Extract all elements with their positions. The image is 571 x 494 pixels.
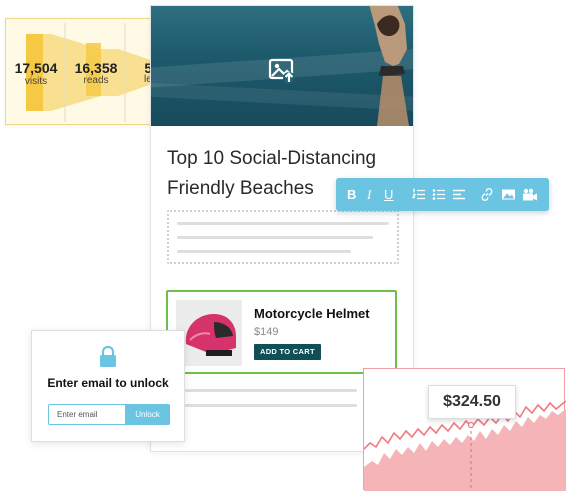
text-block-placeholder[interactable] [167, 210, 399, 264]
product-price: $149 [254, 326, 279, 338]
price-chart-card: $324.50 [363, 368, 566, 491]
product-card[interactable]: Motorcycle Helmet $149 ADD TO CART [166, 290, 397, 374]
email-form: Unlock [48, 404, 170, 425]
numbered-list-icon[interactable] [412, 187, 426, 202]
add-to-cart-button[interactable]: ADD TO CART [254, 344, 321, 360]
hero-image[interactable] [151, 6, 413, 126]
bullet-list-icon[interactable] [432, 187, 446, 202]
placeholder-line [177, 250, 351, 253]
body-line [185, 404, 357, 407]
lock-icon [100, 346, 116, 367]
unlock-title: Enter email to unlock [47, 376, 169, 390]
image-icon[interactable] [501, 187, 516, 202]
product-name: Motorcycle Helmet [254, 306, 370, 321]
bold-icon[interactable]: B [347, 187, 356, 202]
unlock-button[interactable]: Unlock [125, 405, 170, 424]
funnel-reads-value: 16,358 [74, 60, 118, 76]
formatting-toolbar: B I U [336, 178, 549, 211]
placeholder-line [177, 222, 389, 225]
body-line [185, 389, 357, 392]
product-image [176, 300, 242, 366]
price-tooltip: $324.50 [428, 385, 516, 419]
funnel-reads-label: reads [83, 75, 109, 86]
helmet-icon [176, 300, 242, 366]
italic-icon[interactable]: I [367, 187, 371, 202]
placeholder-line [177, 236, 373, 239]
image-upload-icon[interactable] [267, 56, 297, 86]
funnel-visits-label: visits [24, 76, 48, 87]
align-icon[interactable] [452, 187, 466, 202]
swimmer-figure [369, 6, 409, 126]
video-icon[interactable] [522, 187, 538, 202]
link-icon[interactable] [480, 187, 494, 202]
email-input[interactable] [49, 405, 125, 424]
funnel-visits-value: 17,504 [14, 60, 58, 76]
underline-icon[interactable]: U [384, 187, 393, 202]
email-unlock-card: Enter email to unlock Unlock [31, 330, 185, 442]
